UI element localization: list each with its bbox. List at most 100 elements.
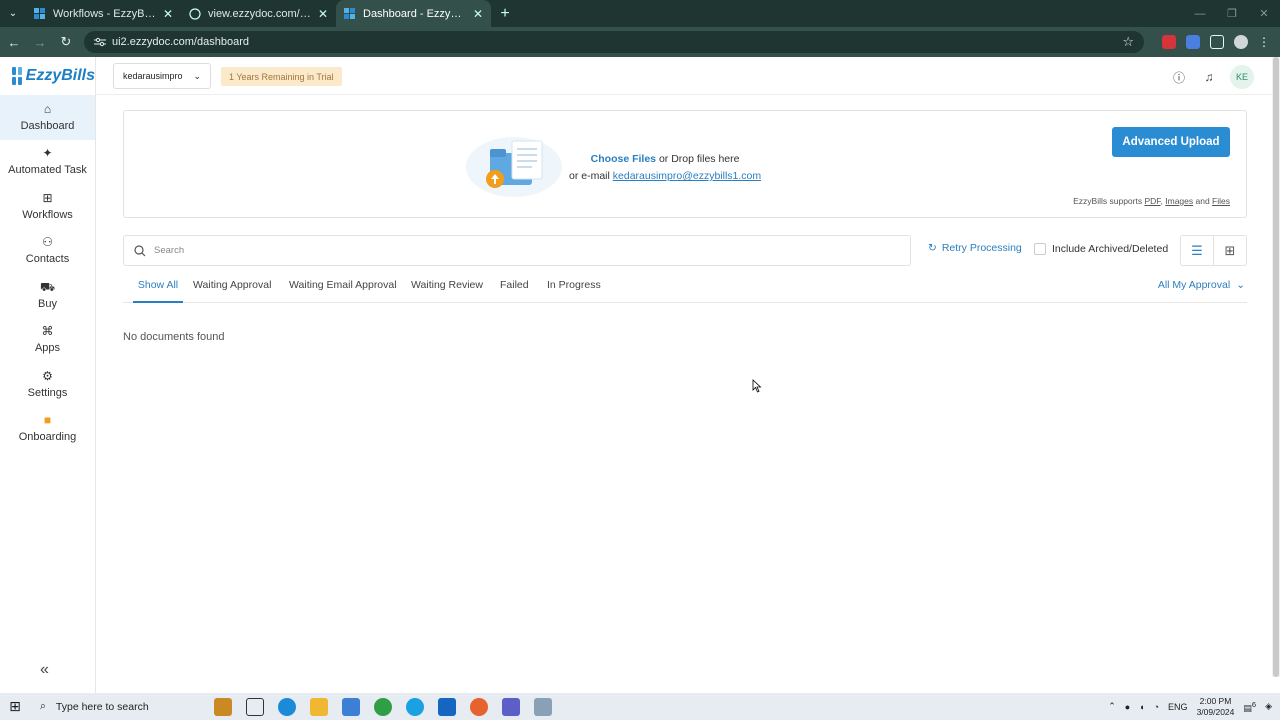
tab-in-progress[interactable]: In Progress bbox=[547, 279, 601, 303]
sidebar-item-settings[interactable]: ⚙ Settings bbox=[0, 362, 95, 407]
chrome-browser-icon[interactable] bbox=[374, 697, 392, 716]
browser-tab-dashboard[interactable]: Dashboard - EzzyBills ✕ bbox=[336, 0, 491, 27]
file-explorer-icon[interactable] bbox=[310, 697, 328, 716]
browser-tab-approve[interactable]: view.ezzydoc.com/Approve.asp ✕ bbox=[181, 0, 336, 27]
tab-search-button[interactable]: ⌄ bbox=[0, 0, 26, 27]
new-tab-button[interactable]: + bbox=[491, 0, 519, 27]
close-window-icon[interactable]: ✕ bbox=[1248, 7, 1280, 20]
collapse-sidebar-icon[interactable]: « bbox=[40, 661, 49, 679]
microphone-icon[interactable]: ● bbox=[1125, 702, 1130, 712]
avatar[interactable]: KE bbox=[1230, 65, 1254, 89]
supports-prefix: EzzyBills supports bbox=[1073, 196, 1145, 206]
notification-center-icon[interactable]: ▤6 bbox=[1243, 700, 1256, 714]
forward-icon[interactable]: → bbox=[28, 35, 52, 50]
sidebar-item-label: Settings bbox=[27, 386, 68, 399]
trial-badge: 1 Years Remaining in Trial bbox=[221, 67, 342, 86]
upload-email-link[interactable]: kedarausimpro@ezzybills1.com bbox=[613, 170, 761, 182]
outlook-icon[interactable] bbox=[438, 697, 456, 716]
sidebar-item-contacts[interactable]: ⚇ Contacts bbox=[0, 229, 95, 274]
windows-start-icon[interactable]: ⊞ bbox=[0, 698, 30, 715]
retry-processing-button[interactable]: ↻ Retry Processing bbox=[928, 242, 1022, 254]
close-tab-icon[interactable]: ✕ bbox=[163, 7, 173, 21]
task-view-icon[interactable] bbox=[246, 697, 264, 716]
sidebar-item-automated-task[interactable]: ✦ Automated Task bbox=[0, 140, 95, 185]
work-briefcase-icon[interactable] bbox=[214, 697, 232, 716]
volume-icon[interactable]: ◖ bbox=[1139, 702, 1144, 712]
choose-files-link[interactable]: Choose Files bbox=[591, 153, 656, 165]
address-bar[interactable]: ui2.ezzydoc.com/dashboard ☆ bbox=[84, 31, 1144, 53]
list-view-icon[interactable]: ☰ bbox=[1181, 236, 1214, 265]
upload-folder-illustration bbox=[466, 137, 562, 197]
sidebar-item-apps[interactable]: ⌘ Apps bbox=[0, 318, 95, 363]
reload-icon[interactable]: ↻ bbox=[54, 34, 78, 50]
skype-icon[interactable] bbox=[406, 697, 424, 716]
back-icon[interactable]: ← bbox=[2, 35, 26, 50]
sidebar-item-label: Buy bbox=[38, 297, 57, 310]
checkbox-box[interactable] bbox=[1034, 243, 1046, 255]
contacts-icon: ⚇ bbox=[42, 235, 53, 250]
search-icon bbox=[134, 244, 146, 256]
sidebar-item-dashboard[interactable]: ⌂ Dashboard bbox=[0, 95, 95, 140]
notification-bell-icon[interactable]: ♫ bbox=[1200, 70, 1218, 84]
close-tab-icon[interactable]: ✕ bbox=[473, 7, 483, 21]
restore-icon[interactable]: ❐ bbox=[1216, 7, 1248, 20]
windows-taskbar: ⊞ ⌕ Type here to search ⌃ ● ◖ ◔ ENG 2:00… bbox=[0, 693, 1280, 720]
browser-tab-workflows[interactable]: Workflows - EzzyBills ✕ bbox=[26, 0, 181, 27]
system-tray: ⌃ ● ◖ ◔ ENG 2:00 PM 3/09/2024 ▤6 ◈ bbox=[1108, 696, 1280, 718]
tab-show-all[interactable]: Show All bbox=[133, 279, 183, 303]
search-input[interactable]: Search bbox=[123, 235, 911, 266]
browser-menu-icon[interactable]: ⋮ bbox=[1258, 35, 1270, 49]
window-controls: — ❐ ✕ bbox=[1184, 0, 1280, 27]
taskbar-search[interactable]: ⌕ Type here to search bbox=[30, 693, 170, 720]
search-icon: ⌕ bbox=[40, 700, 46, 712]
view-toggle: ☰ ⊞ bbox=[1180, 235, 1247, 266]
store-icon[interactable] bbox=[342, 697, 360, 716]
ezzybills-logo[interactable]: EzzyBills bbox=[0, 57, 95, 95]
browser-tab-bar: ⌄ Workflows - EzzyBills ✕ view.ezzydoc.c… bbox=[0, 0, 1280, 27]
help-icon[interactable]: ⓘ bbox=[1170, 69, 1188, 86]
network-icon[interactable]: ◔ bbox=[1154, 702, 1159, 712]
company-select[interactable]: kedarausimpro ⌄ bbox=[113, 63, 211, 89]
taskbar-clock[interactable]: 2:00 PM 3/09/2024 bbox=[1197, 696, 1235, 718]
pdf-link[interactable]: PDF bbox=[1144, 196, 1160, 206]
copilot-icon[interactable]: ◈ bbox=[1265, 701, 1272, 712]
images-link[interactable]: Images bbox=[1165, 196, 1193, 206]
approval-filter-dropdown[interactable]: All My Approval ⌄ bbox=[1158, 279, 1245, 291]
tab-failed[interactable]: Failed bbox=[500, 279, 529, 303]
drop-files-text: or Drop files here bbox=[656, 153, 740, 165]
tab-waiting-email-approval[interactable]: Waiting Email Approval bbox=[289, 279, 397, 303]
include-archived-checkbox[interactable]: Include Archived/Deleted bbox=[1034, 243, 1168, 255]
bookmark-star-icon[interactable]: ☆ bbox=[1122, 34, 1134, 50]
sidebar-item-onboarding[interactable]: ■ Onboarding bbox=[0, 407, 95, 452]
upload-dropzone[interactable]: Choose Files or Drop files here or e-mai… bbox=[123, 110, 1247, 218]
site-info-icon[interactable] bbox=[94, 37, 106, 47]
edge-browser-icon[interactable] bbox=[278, 697, 296, 716]
tab-waiting-review[interactable]: Waiting Review bbox=[411, 279, 483, 303]
translate-extension-icon[interactable] bbox=[1186, 35, 1200, 49]
chevron-down-icon: ⌄ bbox=[193, 70, 201, 81]
show-hidden-icons-icon[interactable]: ⌃ bbox=[1108, 701, 1116, 712]
tab-waiting-approval[interactable]: Waiting Approval bbox=[193, 279, 271, 303]
sidebar-item-workflows[interactable]: ⊞ Workflows bbox=[0, 184, 95, 229]
adblock-extension-icon[interactable] bbox=[1162, 35, 1176, 49]
scrollbar-thumb[interactable] bbox=[1273, 57, 1279, 677]
teams-icon[interactable] bbox=[502, 697, 520, 716]
firefox-icon[interactable] bbox=[470, 697, 488, 716]
advanced-upload-button[interactable]: Advanced Upload bbox=[1112, 127, 1230, 157]
minimize-icon[interactable]: — bbox=[1184, 8, 1216, 20]
extensions-puzzle-icon[interactable] bbox=[1210, 35, 1224, 49]
empty-state-message: No documents found bbox=[123, 331, 225, 343]
approval-filter-value: All My Approval bbox=[1157, 279, 1231, 291]
browser-toolbar: ← → ↻ ui2.ezzydoc.com/dashboard ☆ ⋮ bbox=[0, 27, 1280, 57]
url-text: ui2.ezzydoc.com/dashboard bbox=[112, 36, 249, 48]
language-indicator[interactable]: ENG bbox=[1168, 702, 1188, 712]
filter-tabs: Show All Waiting Approval Waiting Email … bbox=[123, 279, 1247, 303]
snipping-tool-icon[interactable] bbox=[534, 697, 552, 716]
profile-icon[interactable] bbox=[1234, 35, 1248, 49]
sidebar-item-buy[interactable]: ⛟ Buy bbox=[0, 273, 95, 318]
page-scrollbar[interactable] bbox=[1272, 57, 1280, 677]
files-link[interactable]: Files bbox=[1212, 196, 1230, 206]
chevron-down-icon: ⌄ bbox=[1236, 279, 1245, 291]
grid-view-icon[interactable]: ⊞ bbox=[1214, 236, 1246, 265]
close-tab-icon[interactable]: ✕ bbox=[318, 7, 328, 21]
